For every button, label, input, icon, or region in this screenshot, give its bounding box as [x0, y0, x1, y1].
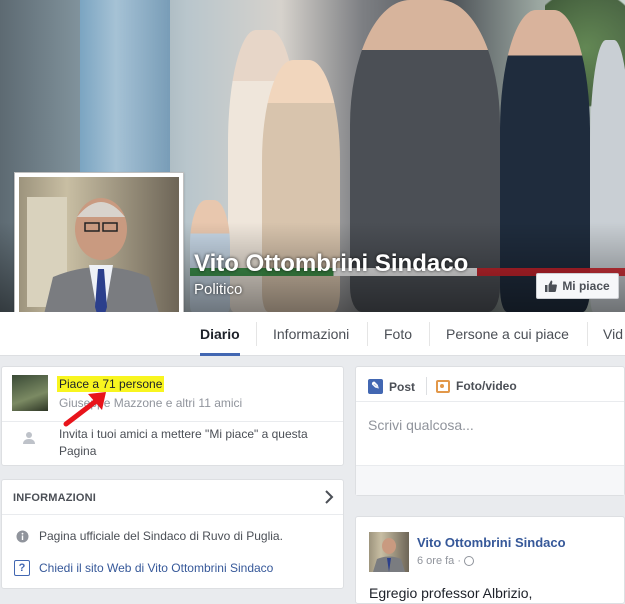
like-page-button[interactable]: Mi piace — [536, 273, 619, 299]
post-body: Egregio professor Albrizio, — [369, 585, 533, 601]
tab-videos[interactable]: Vid — [603, 312, 623, 356]
page-category[interactable]: Politico — [194, 281, 242, 298]
composer-footer — [356, 465, 624, 495]
tab-photos[interactable]: Foto — [384, 312, 412, 356]
friend-avatar[interactable] — [12, 375, 48, 411]
invite-friends-link[interactable]: Invita i tuoi amici a mettere "Mi piace"… — [59, 426, 329, 460]
nav-separator — [256, 322, 257, 346]
tab-about[interactable]: Informazioni — [273, 312, 349, 356]
invite-friends-icon — [23, 432, 35, 444]
post-time-label: 6 ore fa · — [417, 555, 462, 567]
nav-separator — [429, 322, 430, 346]
post-author-name[interactable]: Vito Ottombrini Sindaco — [417, 535, 566, 550]
page-description: Pagina ufficiale del Sindaco di Ruvo di … — [39, 529, 283, 543]
about-header[interactable]: INFORMAZIONI — [13, 492, 96, 504]
about-card: INFORMAZIONI Pagina ufficiale del Sindac… — [1, 479, 344, 589]
nav-separator — [367, 322, 368, 346]
composer-card: ✎ Post Foto/video Scrivi qualcosa... — [355, 366, 625, 496]
page-title[interactable]: Vito Ottombrini Sindaco — [194, 250, 468, 278]
pencil-icon: ✎ — [368, 379, 383, 394]
likes-card: Piace a 71 persone Giuseppe Mazzone e al… — [1, 366, 344, 466]
photo-icon — [436, 379, 450, 393]
composer-tab-photo-label: Foto/video — [456, 379, 517, 393]
composer-tab-post[interactable]: ✎ Post — [368, 379, 415, 394]
card-divider — [2, 421, 343, 422]
info-icon — [16, 530, 29, 543]
composer-tab-post-label: Post — [389, 379, 416, 394]
composer-tab-photo[interactable]: Foto/video — [436, 379, 517, 393]
post-timestamp[interactable]: 6 ore fa · — [417, 555, 475, 567]
tab-timeline[interactable]: Diario — [200, 312, 240, 356]
composer-tab-separator — [426, 377, 427, 395]
annotation-arrow-icon — [63, 392, 106, 427]
like-button-label: Mi piace — [562, 279, 610, 293]
tab-likes[interactable]: Persone a cui piace — [446, 312, 569, 356]
post-card: Vito Ottombrini Sindaco 6 ore fa · Egreg… — [355, 516, 625, 604]
question-icon: ? — [14, 560, 30, 576]
post-author-avatar[interactable] — [369, 532, 409, 572]
chevron-right-icon[interactable] — [324, 490, 334, 504]
card-divider — [2, 514, 343, 515]
thumbs-up-icon — [545, 280, 558, 292]
composer-input[interactable]: Scrivi qualcosa... — [368, 417, 474, 433]
avatar-illustration — [373, 538, 405, 572]
nav-separator — [587, 322, 588, 346]
ask-website-link[interactable]: Chiedi il sito Web di Vito Ottombrini Si… — [39, 561, 273, 575]
globe-icon — [464, 556, 475, 566]
page-nav-bar: Diario Informazioni Foto Persone a cui p… — [0, 312, 625, 356]
card-divider — [356, 401, 624, 402]
